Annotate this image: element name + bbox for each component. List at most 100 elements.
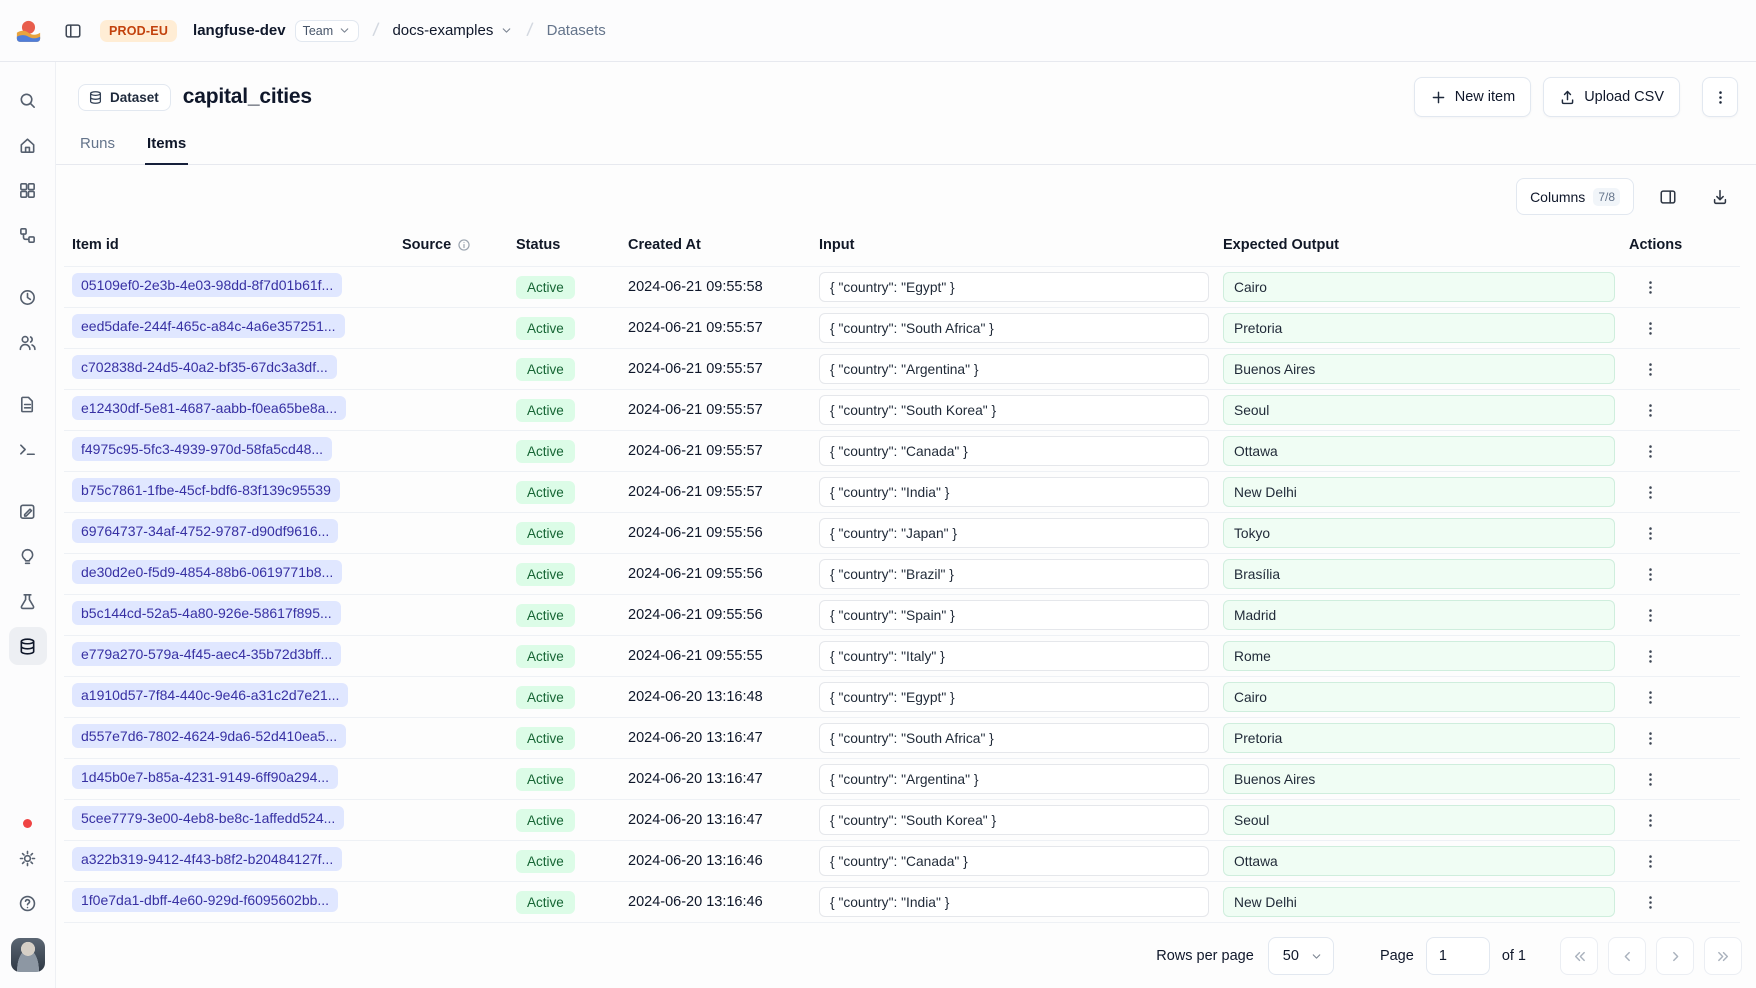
input-cell[interactable]: { "country": "South Korea" } <box>819 805 1209 835</box>
expected-output-cell[interactable]: Ottawa <box>1223 436 1615 466</box>
page-input[interactable] <box>1426 937 1490 975</box>
item-id-link[interactable]: de30d2e0-f5d9-4854-88b6-0619771b8... <box>72 560 342 584</box>
expected-output-cell[interactable]: Pretoria <box>1223 313 1615 343</box>
new-item-button[interactable]: New item <box>1414 77 1531 117</box>
item-id-link[interactable]: 1d45b0e7-b85a-4231-9149-6ff90a294... <box>72 765 338 789</box>
rows-per-page-select[interactable]: 50 <box>1268 937 1334 975</box>
row-actions-button[interactable] <box>1635 477 1665 507</box>
input-cell[interactable]: { "country": "Argentina" } <box>819 354 1209 384</box>
prev-page-button[interactable] <box>1608 937 1646 975</box>
item-id-link[interactable]: b5c144cd-52a5-4a80-926e-58617f895... <box>72 601 341 625</box>
row-actions-button[interactable] <box>1635 682 1665 712</box>
sidebar-item-sessions[interactable] <box>9 278 47 316</box>
input-cell[interactable]: { "country": "India" } <box>819 887 1209 917</box>
row-actions-button[interactable] <box>1635 887 1665 917</box>
sidebar-item-users[interactable] <box>9 323 47 361</box>
first-page-button[interactable] <box>1560 937 1598 975</box>
sidebar-item-datasets[interactable] <box>9 627 47 665</box>
expected-output-cell[interactable]: Buenos Aires <box>1223 764 1615 794</box>
input-cell[interactable]: { "country": "South Africa" } <box>819 723 1209 753</box>
table-view-options-button[interactable] <box>1650 179 1686 215</box>
user-avatar-button[interactable] <box>11 938 45 972</box>
sidebar-item-home[interactable] <box>9 126 47 164</box>
org-name[interactable]: langfuse-dev <box>193 22 286 39</box>
row-actions-button[interactable] <box>1635 805 1665 835</box>
input-cell[interactable]: { "country": "Brazil" } <box>819 559 1209 589</box>
item-id-link[interactable]: f4975c95-5fc3-4939-970d-58fa5cd48... <box>72 437 332 461</box>
input-cell[interactable]: { "country": "South Africa" } <box>819 313 1209 343</box>
item-id-link[interactable]: a322b319-9412-4f43-b8f2-b20484127f... <box>72 847 342 871</box>
expected-output-cell[interactable]: Seoul <box>1223 395 1615 425</box>
input-cell[interactable]: { "country": "India" } <box>819 477 1209 507</box>
input-cell[interactable]: { "country": "South Korea" } <box>819 395 1209 425</box>
input-cell[interactable]: { "country": "Canada" } <box>819 846 1209 876</box>
expected-output-cell[interactable]: Brasília <box>1223 559 1615 589</box>
export-download-button[interactable] <box>1702 179 1738 215</box>
expected-output-cell[interactable]: New Delhi <box>1223 477 1615 507</box>
row-actions-button[interactable] <box>1635 272 1665 302</box>
project-dropdown[interactable]: docs-examples <box>392 22 513 39</box>
tab-items[interactable]: Items <box>145 127 188 165</box>
sidebar-item-settings[interactable] <box>9 839 47 877</box>
next-page-button[interactable] <box>1656 937 1694 975</box>
expected-output-cell[interactable]: Pretoria <box>1223 723 1615 753</box>
row-actions-button[interactable] <box>1635 395 1665 425</box>
columns-button[interactable]: Columns 7/8 <box>1516 178 1634 215</box>
item-id-link[interactable]: 69764737-34af-4752-9787-d90df9616... <box>72 519 338 543</box>
tab-runs[interactable]: Runs <box>78 127 117 165</box>
item-id-link[interactable]: d557e7d6-7802-4624-9da6-52d410ea5... <box>72 724 346 748</box>
input-cell[interactable]: { "country": "Japan" } <box>819 518 1209 548</box>
expected-output-cell[interactable]: Cairo <box>1223 272 1615 302</box>
row-actions-button[interactable] <box>1635 559 1665 589</box>
item-id-link[interactable]: 05109ef0-2e3b-4e03-98dd-8f7d01b61f... <box>72 273 342 297</box>
sidebar-item-insights[interactable] <box>9 537 47 575</box>
row-actions-button[interactable] <box>1635 354 1665 384</box>
expected-output-cell[interactable]: Rome <box>1223 641 1615 671</box>
sidebar-item-experiments[interactable] <box>9 582 47 620</box>
input-cell[interactable]: { "country": "Canada" } <box>819 436 1209 466</box>
row-actions-button[interactable] <box>1635 518 1665 548</box>
expected-output-cell[interactable]: Madrid <box>1223 600 1615 630</box>
last-page-button[interactable] <box>1704 937 1742 975</box>
sidebar-item-support[interactable] <box>9 884 47 922</box>
sidebar-item-evaluation[interactable] <box>9 492 47 530</box>
item-id-link[interactable]: a1910d57-7f84-440c-9e46-a31c2d7e21... <box>72 683 348 707</box>
upload-csv-button[interactable]: Upload CSV <box>1543 77 1680 117</box>
sidebar-item-dashboards[interactable] <box>9 171 47 209</box>
expected-output-cell[interactable]: Tokyo <box>1223 518 1615 548</box>
row-actions-button[interactable] <box>1635 641 1665 671</box>
org-type-dropdown[interactable]: Team <box>295 20 360 42</box>
expected-output-cell[interactable]: Seoul <box>1223 805 1615 835</box>
sidebar-item-playground[interactable] <box>9 430 47 468</box>
item-id-link[interactable]: e12430df-5e81-4687-aabb-f0ea65be8a... <box>72 396 346 420</box>
sidebar-item-prompts[interactable] <box>9 385 47 423</box>
input-cell[interactable]: { "country": "Egypt" } <box>819 682 1209 712</box>
row-actions-button[interactable] <box>1635 846 1665 876</box>
row-actions-button[interactable] <box>1635 723 1665 753</box>
row-actions-button[interactable] <box>1635 313 1665 343</box>
environment-badge[interactable]: PROD-EU <box>100 20 177 42</box>
item-id-link[interactable]: 1f0e7da1-dbff-4e60-929d-f6095602bb... <box>72 888 338 912</box>
row-actions-button[interactable] <box>1635 436 1665 466</box>
item-id-link[interactable]: b75c7861-1fbe-45cf-bdf6-83f139c95539 <box>72 478 340 502</box>
sidebar-toggle-button[interactable] <box>56 14 90 48</box>
expected-output-cell[interactable]: Cairo <box>1223 682 1615 712</box>
item-id-link[interactable]: 5cee7779-3e00-4eb8-be8c-1affedd524... <box>72 806 344 830</box>
row-actions-button[interactable] <box>1635 600 1665 630</box>
item-id-link[interactable]: e779a270-579a-4f45-aec4-35b72d3bff... <box>72 642 341 666</box>
input-cell[interactable]: { "country": "Argentina" } <box>819 764 1209 794</box>
input-cell[interactable]: { "country": "Italy" } <box>819 641 1209 671</box>
expected-output-cell[interactable]: Ottawa <box>1223 846 1615 876</box>
row-actions-button[interactable] <box>1635 764 1665 794</box>
expected-output-cell[interactable]: New Delhi <box>1223 887 1615 917</box>
item-id-link[interactable]: c702838d-24d5-40a2-bf35-67dc3a3df... <box>72 355 337 379</box>
sidebar-item-tracing[interactable] <box>9 216 47 254</box>
expected-output-cell[interactable]: Buenos Aires <box>1223 354 1615 384</box>
breadcrumb-section[interactable]: Datasets <box>547 22 606 39</box>
sidebar-item-search[interactable] <box>9 81 47 119</box>
input-cell[interactable]: { "country": "Egypt" } <box>819 272 1209 302</box>
item-id-link[interactable]: eed5dafe-244f-465c-a84c-4a6e357251... <box>72 314 345 338</box>
dataset-actions-button[interactable] <box>1702 77 1738 117</box>
input-cell[interactable]: { "country": "Spain" } <box>819 600 1209 630</box>
langfuse-logo[interactable] <box>0 17 56 44</box>
